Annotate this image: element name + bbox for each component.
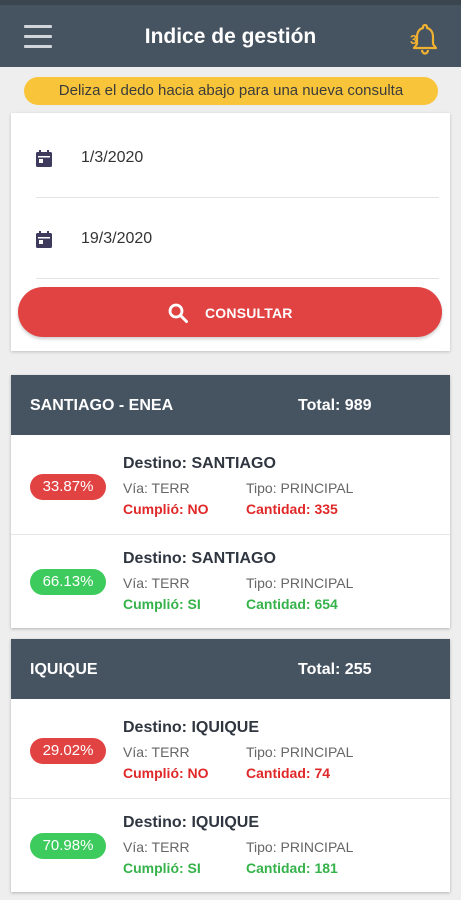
cantidad-label: Cantidad: 74 [246, 765, 331, 781]
tipo-label: Tipo: PRINCIPAL [246, 839, 354, 855]
cantidad-label: Cantidad: 654 [246, 596, 338, 612]
app-header: Indice de gestión 3 [0, 0, 461, 67]
group-header: IQUIQUE Total: 255 [11, 639, 450, 699]
list-item[interactable]: 70.98% Destino: IQUIQUE Vía: TERR Tipo: … [11, 799, 450, 894]
via-label: Vía: TERR [123, 480, 190, 496]
cantidad-label: Cantidad: 335 [246, 501, 338, 517]
result-group: IQUIQUE Total: 255 29.02% Destino: IQUIQ… [11, 639, 450, 892]
tipo-label: Tipo: PRINCIPAL [246, 744, 354, 760]
list-item[interactable]: 29.02% Destino: IQUIQUE Vía: TERR Tipo: … [11, 704, 450, 799]
search-icon [168, 303, 188, 323]
destino-label: Destino: IQUIQUE [123, 719, 260, 736]
percent-badge: 33.87% [30, 474, 106, 500]
pull-to-refresh-hint: Deliza el dedo hacia abajo para una nuev… [24, 77, 438, 105]
query-form: 1/3/2020 19/3/2020 CONSULTAR [11, 113, 450, 351]
cumplio-label: Cumplió: SI [123, 596, 201, 612]
consult-button-label: CONSULTAR [205, 305, 293, 321]
tipo-label: Tipo: PRINCIPAL [246, 480, 354, 496]
tipo-label: Tipo: PRINCIPAL [246, 575, 354, 591]
group-name: SANTIAGO - ENEA [30, 397, 174, 414]
cumplio-label: Cumplió: NO [123, 765, 209, 781]
percent-badge: 66.13% [30, 569, 106, 595]
date-from-field[interactable]: 1/3/2020 [36, 118, 439, 198]
cumplio-label: Cumplió: NO [123, 501, 209, 517]
via-label: Vía: TERR [123, 839, 190, 855]
notification-bell-icon[interactable]: 3 [410, 22, 440, 56]
cumplio-label: Cumplió: SI [123, 860, 201, 876]
group-total: Total: 255 [298, 661, 372, 678]
page-title: Indice de gestión [144, 25, 317, 48]
calendar-icon [36, 150, 52, 167]
date-from-value: 1/3/2020 [81, 149, 144, 166]
via-label: Vía: TERR [123, 744, 190, 760]
list-item[interactable]: 33.87% Destino: SANTIAGO Vía: TERR Tipo:… [11, 440, 450, 535]
group-total: Total: 989 [298, 397, 372, 414]
cantidad-label: Cantidad: 181 [246, 860, 338, 876]
destino-label: Destino: IQUIQUE [123, 814, 260, 831]
date-to-field[interactable]: 19/3/2020 [36, 199, 439, 279]
date-to-value: 19/3/2020 [81, 230, 153, 247]
percent-badge: 70.98% [30, 833, 106, 859]
percent-badge: 29.02% [30, 738, 106, 764]
list-item[interactable]: 66.13% Destino: SANTIAGO Vía: TERR Tipo:… [11, 535, 450, 630]
notification-count-badge: 3 [410, 32, 418, 47]
result-group: SANTIAGO - ENEA Total: 989 33.87% Destin… [11, 375, 450, 628]
destino-label: Destino: SANTIAGO [123, 550, 276, 567]
consult-button[interactable]: CONSULTAR [18, 287, 442, 337]
calendar-icon [36, 231, 52, 248]
via-label: Vía: TERR [123, 575, 190, 591]
destino-label: Destino: SANTIAGO [123, 455, 276, 472]
group-name: IQUIQUE [30, 661, 98, 678]
group-header: SANTIAGO - ENEA Total: 989 [11, 375, 450, 435]
